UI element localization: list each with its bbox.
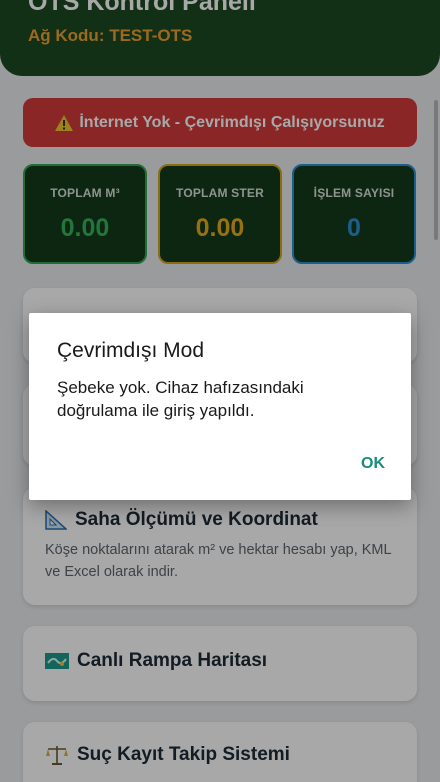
ok-button[interactable]: OK: [361, 455, 385, 473]
dialog-message: Şebeke yok. Cihaz hafızasındaki doğrulam…: [57, 378, 304, 420]
offline-mode-dialog: Çevrimdışı Mod Şebeke yok. Cihaz hafızas…: [29, 313, 411, 500]
dialog-title: Çevrimdışı Mod: [57, 339, 205, 362]
